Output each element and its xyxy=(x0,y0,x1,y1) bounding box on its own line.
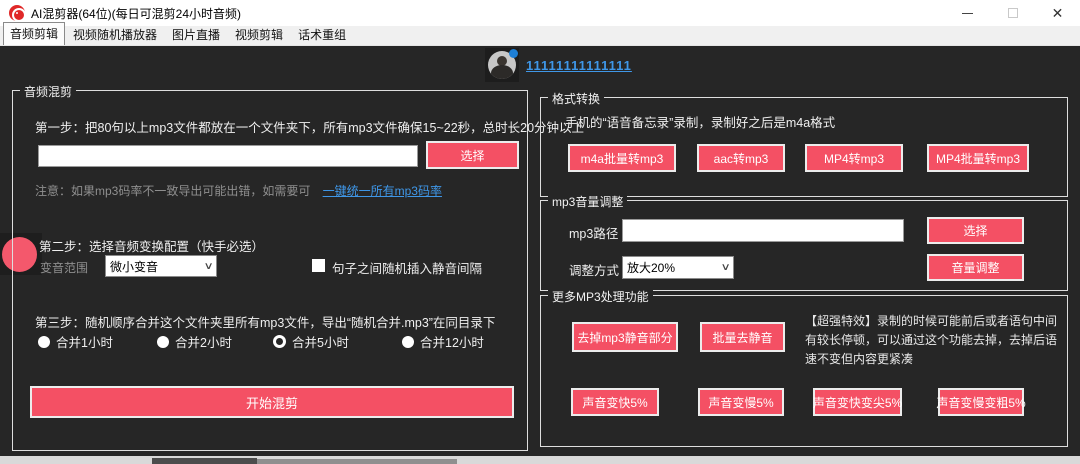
silence-checkbox[interactable] xyxy=(312,259,325,272)
merge-option-12h[interactable]: 合并12小时 xyxy=(402,332,484,351)
format-convert-group: 格式转换 手机的“语音备忘录”录制，录制好之后是m4a格式 m4a批量转mp3 … xyxy=(540,90,1068,197)
select-folder-button[interactable]: 选择 xyxy=(426,141,519,169)
tab-audio-edit[interactable]: 音频剪辑 xyxy=(3,22,66,45)
bottom-strip-segment xyxy=(257,459,457,464)
volume-adjust-button[interactable]: 音量调整 xyxy=(927,254,1024,281)
radio-icon xyxy=(402,335,414,348)
volume-adjust-group-title: mp3音量调整 xyxy=(548,193,628,210)
voice-range-label: 变音范围 xyxy=(40,261,89,275)
adjust-mode-label: 调整方式 xyxy=(569,264,620,278)
tab-bar: 音频剪辑 视频随机播放器 图片直播 视频剪辑 话术重组 xyxy=(0,22,1080,46)
tab-script-remix[interactable]: 话术重组 xyxy=(291,24,353,45)
app-window: AI混剪器(64位)(每日可混剪24小时音频) ✕ 音频剪辑 视频随机播放器 图… xyxy=(0,0,1080,464)
adjust-mode-value: 放大20% xyxy=(627,261,676,275)
merge-option-5h[interactable]: 合并5小时 xyxy=(273,332,349,351)
m4a-batch-to-mp3-button[interactable]: m4a批量转mp3 xyxy=(568,144,676,172)
mp3-path-input[interactable] xyxy=(622,219,904,242)
batch-remove-silence-button[interactable]: 批量去静音 xyxy=(700,322,785,352)
maximize-button[interactable] xyxy=(990,0,1035,26)
tab-random-video-player[interactable]: 视频随机播放器 xyxy=(66,24,164,45)
minimize-button[interactable] xyxy=(945,0,990,26)
bottom-edge-strip xyxy=(0,456,1080,464)
main-content: 11111111111111 音频混剪 第一步：把80句以上mp3文件都放在一个… xyxy=(0,46,1080,456)
bottom-strip-segment xyxy=(152,458,257,464)
slow-down-5-button[interactable]: 声音变慢5% xyxy=(698,388,784,416)
slower-deeper-pitch-button[interactable]: 声音变慢变粗5% xyxy=(936,388,1026,416)
titlebar-controls: ✕ xyxy=(945,0,1080,26)
faster-higher-pitch-button[interactable]: 声音变快变尖5% xyxy=(813,388,902,416)
radio-icon xyxy=(38,335,50,348)
start-mix-button[interactable]: 开始混剪 xyxy=(30,386,514,418)
folder-path-input[interactable] xyxy=(38,145,418,167)
format-convert-description: 手机的“语音备忘录”录制，录制好之后是m4a格式 xyxy=(565,116,836,130)
super-effect-tip: 【超强特效】录制的时候可能前后或者语句中间有较长停顿，可以通过这个功能去掉，去掉… xyxy=(805,314,1058,367)
radio-selected-icon xyxy=(273,335,286,348)
remove-silence-button[interactable]: 去掉mp3静音部分 xyxy=(572,322,678,352)
user-row: 11111111111111 xyxy=(485,48,632,82)
close-button[interactable]: ✕ xyxy=(1035,0,1080,26)
audio-mix-group-title: 音频混剪 xyxy=(20,83,77,100)
close-icon: ✕ xyxy=(1051,5,1064,21)
voice-range-select[interactable]: 微小变音 ∨ xyxy=(105,255,217,277)
merge-option-1h[interactable]: 合并1小时 xyxy=(38,332,113,351)
avatar-box xyxy=(485,48,519,82)
user-account-link[interactable]: 11111111111111 xyxy=(526,58,632,73)
mp3-path-label: mp3路径 xyxy=(569,227,619,241)
chevron-down-icon: ∨ xyxy=(203,260,214,272)
merge-option-2h[interactable]: 合并2小时 xyxy=(157,332,232,351)
step1-instruction: 第一步：把80句以上mp3文件都放在一个文件夹下，所有mp3文件确保15~22秒… xyxy=(35,121,585,135)
audio-mix-group: 音频混剪 第一步：把80句以上mp3文件都放在一个文件夹下，所有mp3文件确保1… xyxy=(12,83,584,451)
step2-instruction: 第二步：选择音频变换配置（快手必选） xyxy=(39,240,265,254)
volume-adjust-group: mp3音量调整 mp3路径 选择 调整方式 放大20% ∨ 音量调整 xyxy=(540,193,1068,291)
titlebar: AI混剪器(64位)(每日可混剪24小时音频) ✕ xyxy=(0,0,1080,26)
more-mp3-group-title: 更多MP3处理功能 xyxy=(548,288,653,305)
app-logo-icon xyxy=(9,5,26,22)
bitrate-note-text: 注意：如果mp3码率不一致导出可能出错，如需要可 xyxy=(35,184,311,198)
window-title: AI混剪器(64位)(每日可混剪24小时音频) xyxy=(31,6,242,21)
silence-checkbox-label: 句子之间随机插入静音间隔 xyxy=(332,262,483,276)
volume-select-file-button[interactable]: 选择 xyxy=(927,217,1024,244)
radio-icon xyxy=(157,335,169,348)
mp4-batch-to-mp3-button[interactable]: MP4批量转mp3 xyxy=(927,144,1029,172)
avatar-badge-icon xyxy=(509,49,518,58)
tab-image-live[interactable]: 图片直播 xyxy=(165,24,227,45)
tab-video-edit[interactable]: 视频剪辑 xyxy=(228,24,290,45)
chevron-down-icon: ∨ xyxy=(720,262,731,273)
unify-bitrate-link[interactable]: 一键统一所有mp3码率 xyxy=(323,184,442,198)
format-convert-group-title: 格式转换 xyxy=(548,90,605,107)
voice-range-value: 微小变音 xyxy=(110,259,159,274)
adjust-mode-select[interactable]: 放大20% ∨ xyxy=(622,256,734,279)
aac-to-mp3-button[interactable]: aac转mp3 xyxy=(697,144,785,172)
mp4-to-mp3-button[interactable]: MP4转mp3 xyxy=(805,144,903,172)
maximize-icon xyxy=(1007,8,1018,18)
speed-up-5-button[interactable]: 声音变快5% xyxy=(571,388,659,416)
bitrate-note: 注意：如果mp3码率不一致导出可能出错，如需要可 一键统一所有mp3码率 xyxy=(35,182,442,200)
step3-instruction: 第三步：随机顺序合并这个文件夹里所有mp3文件，导出“随机合并.mp3”在同目录… xyxy=(35,316,496,330)
more-mp3-group: 更多MP3处理功能 去掉mp3静音部分 批量去静音 【超强特效】录制的时候可能前… xyxy=(540,288,1068,447)
minimize-icon xyxy=(962,12,973,14)
